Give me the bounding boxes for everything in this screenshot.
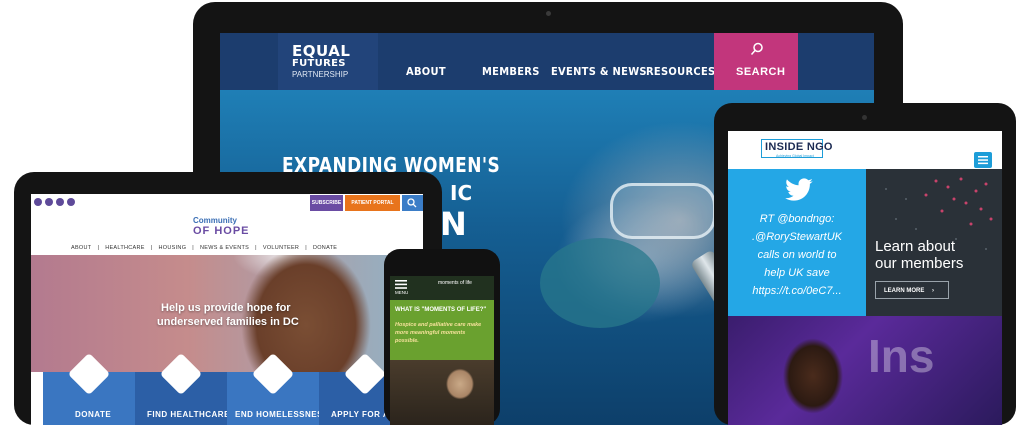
nav-separator: |: [255, 245, 257, 251]
find-healthcare-tile-label: FIND HEALTHCARE: [147, 410, 230, 419]
learn-more-button[interactable]: LEARN MORE ›: [875, 281, 949, 299]
nav-separator: |: [305, 245, 307, 251]
nav-events-news[interactable]: EVENTS & NEWS: [551, 65, 647, 78]
laptop-screen: SUBSCRIBE PATIENT PORTAL Community OF HO…: [31, 194, 423, 425]
veteran-photo: [390, 360, 494, 425]
chevron-right-icon: ›: [932, 288, 935, 294]
nav-separator: |: [97, 245, 100, 251]
patient-portal-button[interactable]: PATIENT PORTAL: [345, 195, 400, 211]
speaker-photo: [728, 316, 1002, 425]
search-label: SEARCH: [736, 66, 786, 78]
hero-headline-fragment-3: N: [440, 205, 467, 243]
nav-about[interactable]: ABOUT: [406, 65, 446, 78]
learn-more-label: LEARN MORE: [884, 288, 925, 294]
nav-separator: |: [150, 245, 153, 251]
learn-heading-line1: Learn about: [875, 238, 956, 255]
donate-tile-label: DONATE: [75, 410, 112, 419]
nav-housing[interactable]: HOUSING: [159, 245, 187, 251]
hero-headline-line1: Help us provide hope for: [161, 302, 291, 314]
hamburger-icon[interactable]: [395, 280, 407, 289]
hamburger-icon: [978, 156, 988, 165]
search-icon: [750, 42, 763, 55]
tweet-line-4: help UK save: [764, 267, 830, 279]
nav-separator: |: [192, 245, 195, 251]
stage-backdrop-text: Ins: [868, 330, 935, 382]
menu-label: MENU: [395, 290, 409, 295]
twitter-bird-icon[interactable]: [784, 178, 814, 203]
tweet-line-2[interactable]: .@RoryStewartUK: [728, 231, 866, 243]
nav-donate[interactable]: DONATE: [313, 245, 337, 251]
youtube-icon[interactable]: [67, 198, 75, 206]
inside-ngo-logo: INSIDE NGO: [765, 141, 833, 153]
community-of-hope-nav: ABOUT | HEALTHCARE | HOUSING | NEWS & EV…: [71, 245, 401, 251]
inside-ngo-tagline: Achieving Global Impact: [776, 154, 814, 158]
twitter-icon[interactable]: [45, 198, 53, 206]
nav-volunteer[interactable]: VOLUNTEER: [263, 245, 299, 251]
search-button[interactable]: [402, 195, 423, 211]
tweet-link[interactable]: https://t.co/0eC7...: [728, 285, 866, 297]
subscribe-button[interactable]: SUBSCRIBE: [310, 195, 343, 211]
hamburger-menu-button[interactable]: [974, 152, 992, 168]
tablet-screen: INSIDE NGO Achieving Global Impact RT @b…: [728, 131, 1002, 425]
equal-futures-logo-line3: PARTNERSHIP: [292, 70, 349, 79]
community-of-hope-logo-line2: OF HOPE: [193, 225, 250, 237]
facebook-icon[interactable]: [34, 198, 42, 206]
community-of-hope-logo-line1: Community: [193, 216, 237, 225]
end-homelessness-tile-label: END HOMELESSNESS: [235, 410, 329, 419]
hero-glove-shape: [540, 238, 660, 328]
tweet-line-3: calls on world to: [757, 249, 837, 261]
intro-text-line1: Hospice and palliative care make: [395, 322, 482, 328]
instagram-icon[interactable]: [56, 198, 64, 206]
intro-text-line2: more meaningful moments: [395, 330, 466, 336]
equal-futures-logo-line2: FUTURES: [292, 58, 346, 69]
learn-heading-line2: our members: [875, 255, 964, 272]
tweet-line-1: RT @bondngo:: [759, 213, 835, 225]
nav-healthcare[interactable]: HEALTHCARE: [105, 245, 145, 251]
moments-of-life-logo[interactable]: moments of life: [438, 280, 472, 286]
hero-headline-fragment-2: IC: [450, 181, 473, 205]
search-icon: [407, 198, 417, 208]
hero-headline-line2: underserved families in DC: [157, 316, 299, 328]
intro-text-line3: possible.: [395, 338, 419, 344]
nav-members[interactable]: MEMBERS: [482, 65, 540, 78]
phone-screen: MENU moments of life WHAT IS "MOMENTS OF…: [390, 276, 494, 425]
tablet-camera-dot: [862, 115, 867, 120]
desktop-camera-dot: [546, 11, 551, 16]
intro-question: WHAT IS "MOMENTS OF LIFE?": [395, 307, 487, 313]
apply-tile-label: APPLY FOR A: [331, 410, 390, 419]
nav-resources[interactable]: RESOURCES: [646, 65, 715, 78]
nav-about[interactable]: ABOUT: [71, 245, 91, 251]
nav-news-events[interactable]: NEWS & EVENTS: [200, 245, 249, 251]
hero-goggles-shape: [610, 183, 716, 239]
